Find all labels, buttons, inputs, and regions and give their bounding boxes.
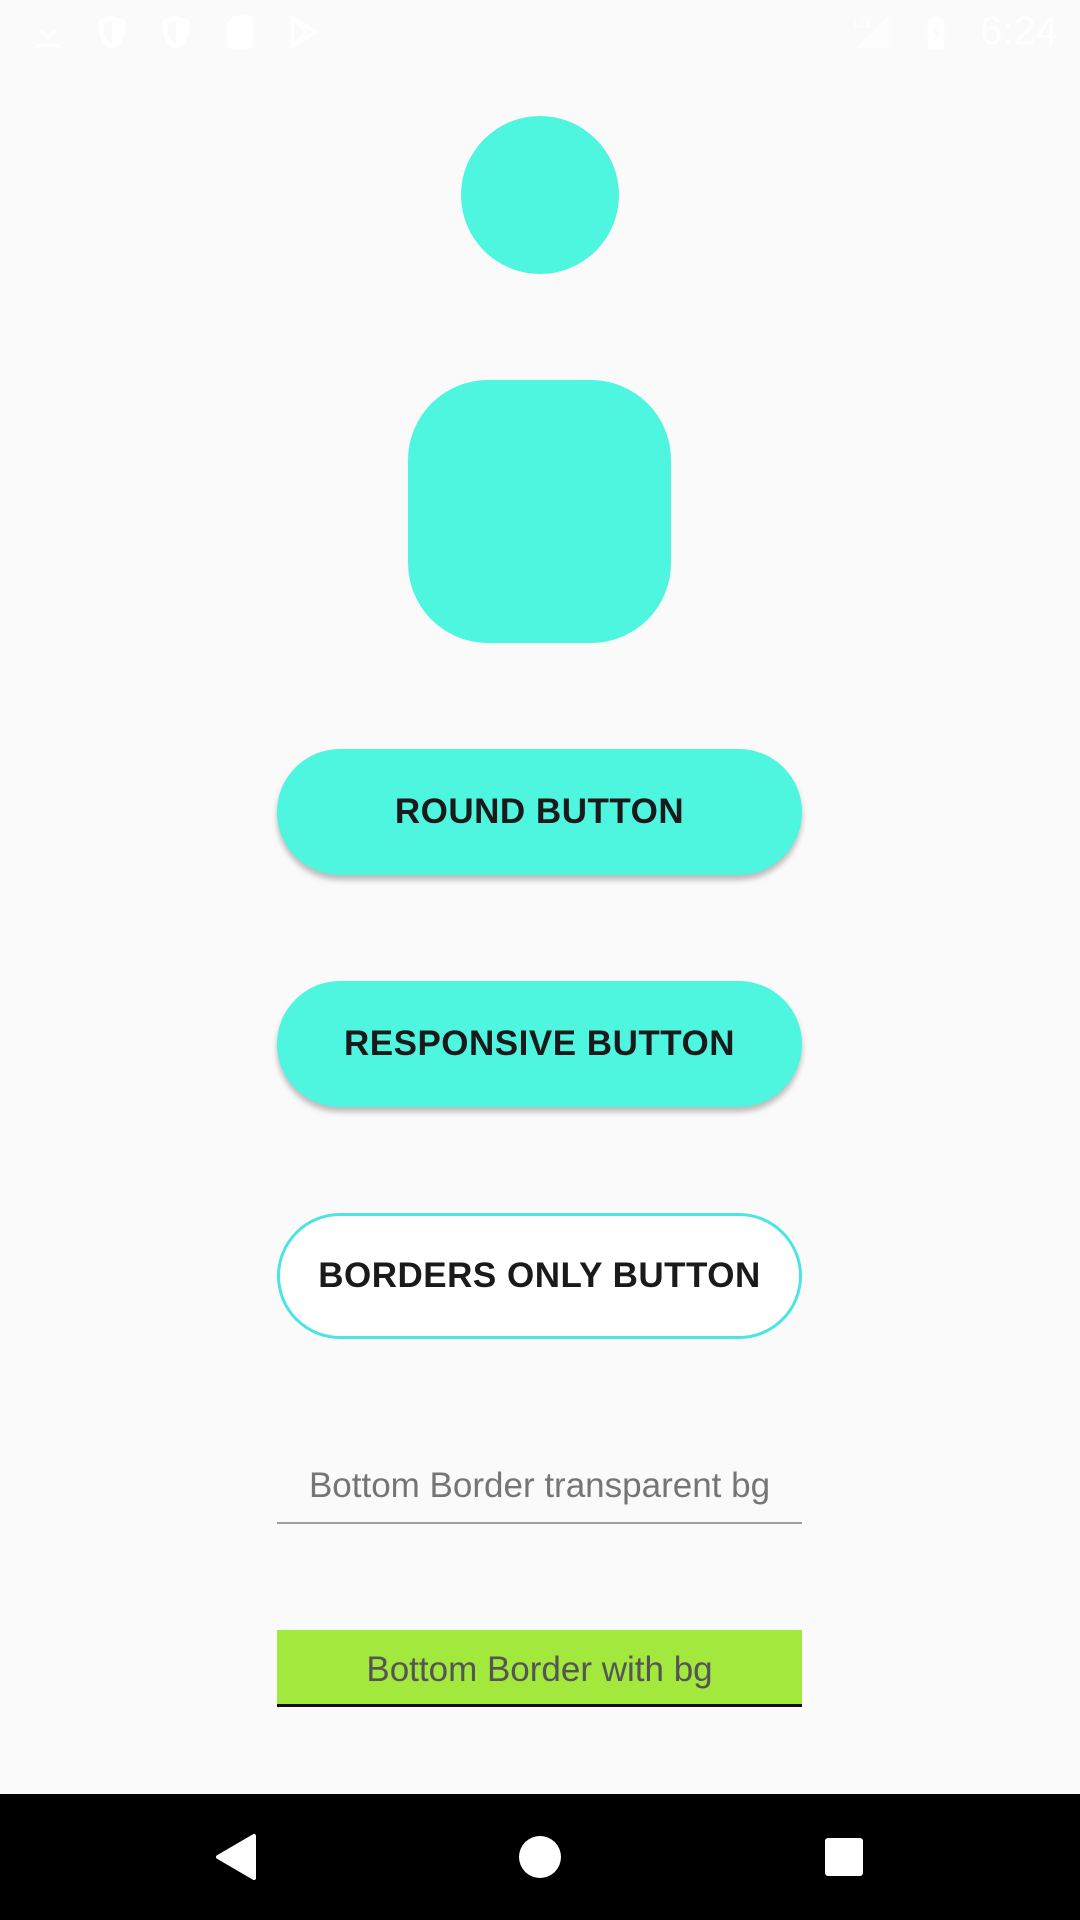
download-icon: [28, 12, 68, 52]
rounded-square-shape: [408, 380, 671, 643]
responsive-button[interactable]: RESPONSIVE BUTTON: [277, 981, 802, 1107]
navigation-bar: [0, 1794, 1080, 1920]
circle-shape: [461, 116, 619, 274]
bottom-border-transparent-field: [277, 1450, 802, 1524]
bottom-border-bg-input[interactable]: [277, 1630, 802, 1704]
system-status: LTE 6:24: [852, 9, 1058, 54]
battery-icon: [916, 12, 956, 52]
notification-icons: [28, 12, 324, 52]
borders-only-button[interactable]: BORDERS ONLY BUTTON: [277, 1213, 802, 1339]
svg-text:LTE: LTE: [854, 17, 875, 30]
bottom-border-bg-field: [277, 1630, 802, 1707]
sd-card-icon: [220, 12, 260, 52]
shield-icon: [156, 12, 196, 52]
play-store-icon: [284, 12, 324, 52]
status-time: 6:24: [980, 9, 1058, 53]
recent-apps-icon[interactable]: [809, 1822, 879, 1892]
lte-signal-icon: LTE: [852, 12, 892, 52]
shield-icon: [92, 12, 132, 52]
bottom-border-transparent-input[interactable]: [277, 1450, 802, 1522]
screen: LTE 6:24 ROUND BUTTON RESPONSIVE BUTTON …: [0, 0, 1080, 1920]
home-icon[interactable]: [505, 1822, 575, 1892]
round-button[interactable]: ROUND BUTTON: [277, 749, 802, 875]
back-icon[interactable]: [201, 1822, 271, 1892]
status-bar: LTE 6:24: [0, 0, 1080, 63]
